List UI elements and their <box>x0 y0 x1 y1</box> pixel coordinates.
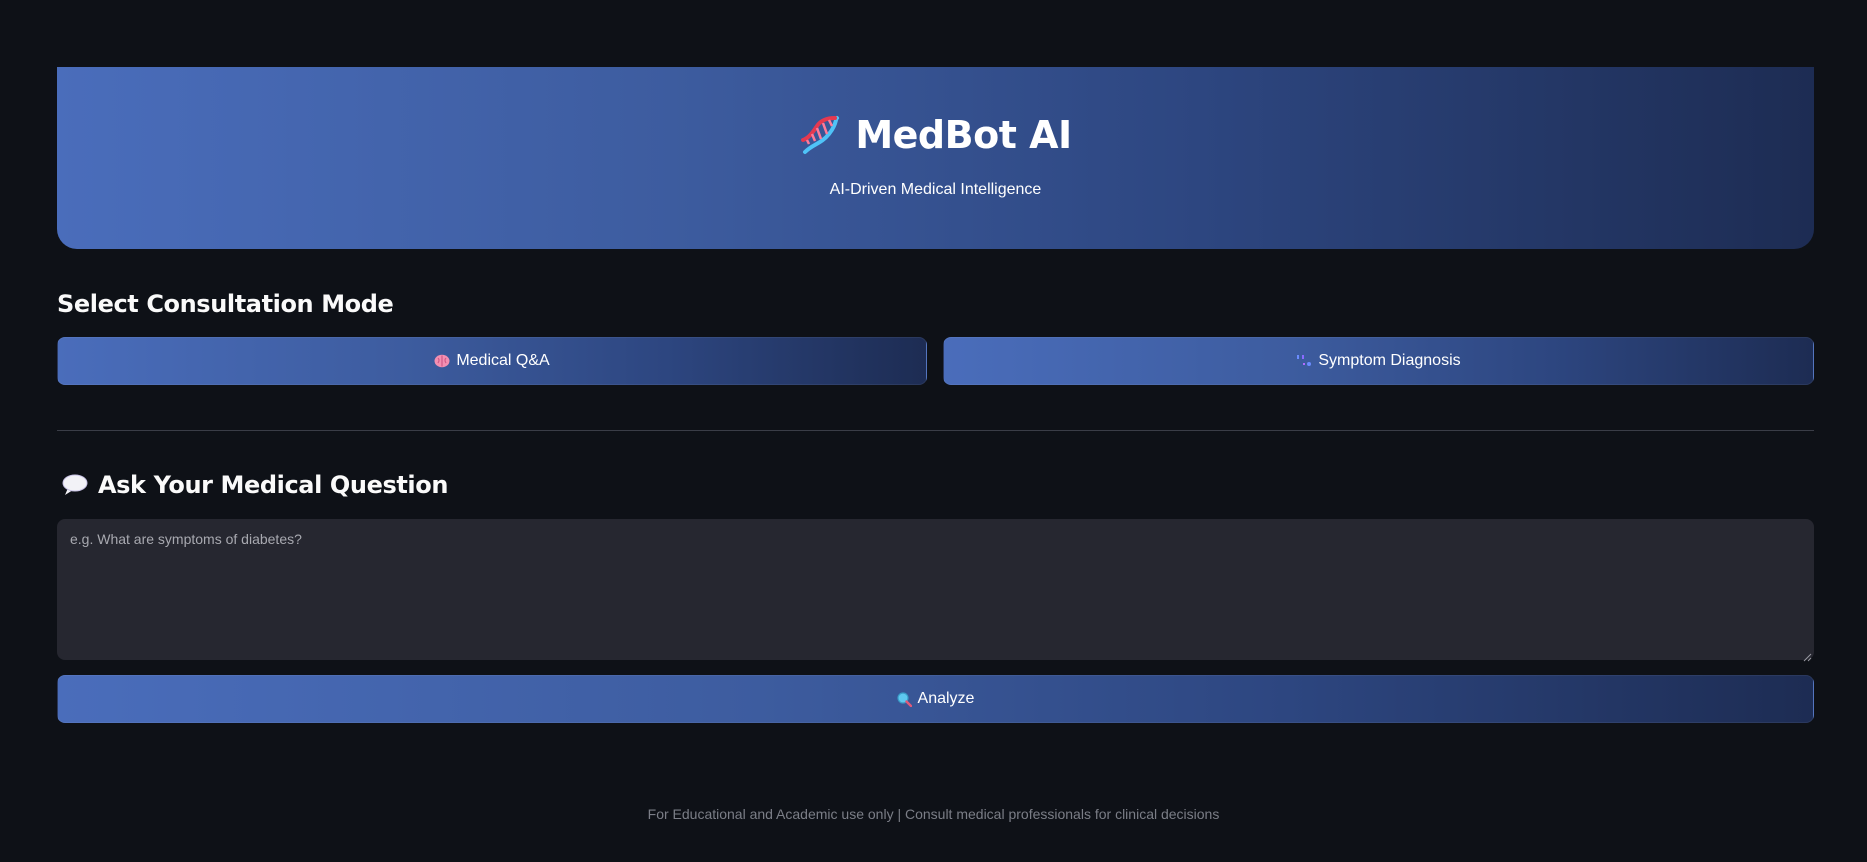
analyze-label: Analyze <box>917 690 975 707</box>
medical-qa-button[interactable]: Medical Q&A <box>57 337 927 385</box>
ask-question-heading-text: Ask Your Medical Question <box>98 471 449 499</box>
footer-disclaimer: For Educational and Academic use only | … <box>647 806 1220 822</box>
header-banner: MedBot AI AI-Driven Medical Intelligence <box>57 67 1814 249</box>
resize-handle-icon[interactable] <box>1803 649 1812 662</box>
ask-question-heading: Ask Your Medical Question <box>62 471 448 499</box>
question-textarea[interactable]: e.g. What are symptoms of diabetes? <box>57 519 1814 662</box>
brain-icon <box>434 354 450 368</box>
app-title: MedBot AI <box>855 113 1072 157</box>
speech-bubble-icon <box>62 474 88 496</box>
section-divider <box>57 430 1814 431</box>
dots-icon <box>1296 354 1312 368</box>
app-page: MedBot AI AI-Driven Medical Intelligence… <box>0 0 1867 862</box>
consultation-mode-heading-text: Select Consultation Mode <box>57 290 394 318</box>
analyze-button[interactable]: Analyze <box>57 675 1814 723</box>
app-subtitle: AI-Driven Medical Intelligence <box>829 181 1042 198</box>
header-title-row: MedBot AI <box>57 113 1814 157</box>
symptom-diagnosis-button[interactable]: Symptom Diagnosis <box>943 337 1814 385</box>
symptom-diagnosis-label: Symptom Diagnosis <box>1318 352 1461 369</box>
medical-qa-label: Medical Q&A <box>456 352 550 369</box>
magnifier-icon <box>896 691 912 707</box>
dna-icon <box>799 114 841 156</box>
question-placeholder: e.g. What are symptoms of diabetes? <box>70 531 302 547</box>
consultation-mode-heading: Select Consultation Mode <box>57 290 394 318</box>
